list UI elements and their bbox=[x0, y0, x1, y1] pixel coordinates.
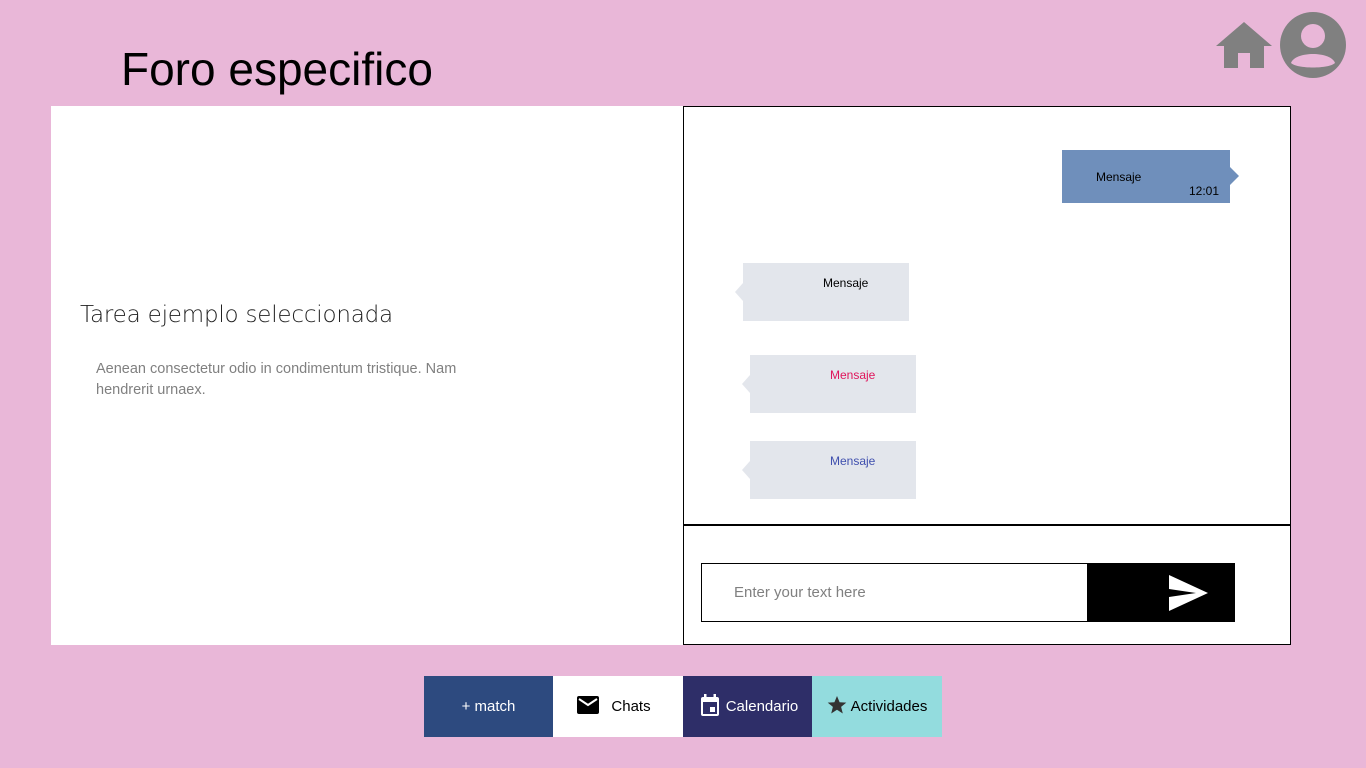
send-icon bbox=[1169, 575, 1208, 611]
task-panel: Tarea ejemplo seleccionada Aenean consec… bbox=[51, 106, 684, 645]
send-button[interactable] bbox=[1088, 563, 1235, 622]
nav-label: Chats bbox=[611, 698, 651, 715]
task-title: Tarea ejemplo seleccionada bbox=[80, 302, 393, 328]
message-bubble-incoming[interactable]: Mensaje bbox=[742, 355, 916, 413]
message-text: Mensaje bbox=[823, 276, 869, 290]
message-bubble-incoming[interactable]: Mensaje bbox=[735, 263, 909, 321]
nav-activities-button[interactable]: Actividades bbox=[812, 676, 942, 737]
task-description: Aenean consectetur odio in condimentum t… bbox=[96, 361, 457, 398]
home-icon[interactable] bbox=[1214, 20, 1274, 70]
star-icon bbox=[827, 695, 847, 719]
calendar-icon bbox=[700, 693, 719, 720]
bottom-nav: + match Chats Calendario Actividades bbox=[424, 676, 942, 737]
page-title: Foro especifico bbox=[121, 43, 433, 95]
message-text: Mensaje bbox=[830, 454, 876, 468]
nav-match-button[interactable]: + match bbox=[424, 676, 553, 737]
message-bubble-outgoing[interactable]: Mensaje 12:01 bbox=[1062, 150, 1239, 203]
message-time: 12:01 bbox=[1188, 184, 1219, 198]
message-text: Mensaje bbox=[830, 368, 876, 382]
user-icon[interactable] bbox=[1279, 11, 1347, 79]
message-bubble-incoming[interactable]: Mensaje bbox=[742, 441, 916, 499]
nav-label: Actividades bbox=[850, 698, 928, 715]
nav-label: + match bbox=[461, 698, 516, 715]
chat-divider bbox=[684, 524, 1290, 526]
nav-chats-button[interactable]: Chats bbox=[553, 676, 683, 737]
nav-label: Calendario bbox=[725, 698, 799, 715]
chat-panel: Mensaje 12:01 Mensaje Mensaje Mensaje bbox=[683, 106, 1291, 645]
mail-icon bbox=[577, 695, 600, 718]
message-input[interactable] bbox=[701, 563, 1088, 622]
nav-calendar-button[interactable]: Calendario bbox=[683, 676, 812, 737]
message-text: Mensaje bbox=[1096, 170, 1142, 184]
